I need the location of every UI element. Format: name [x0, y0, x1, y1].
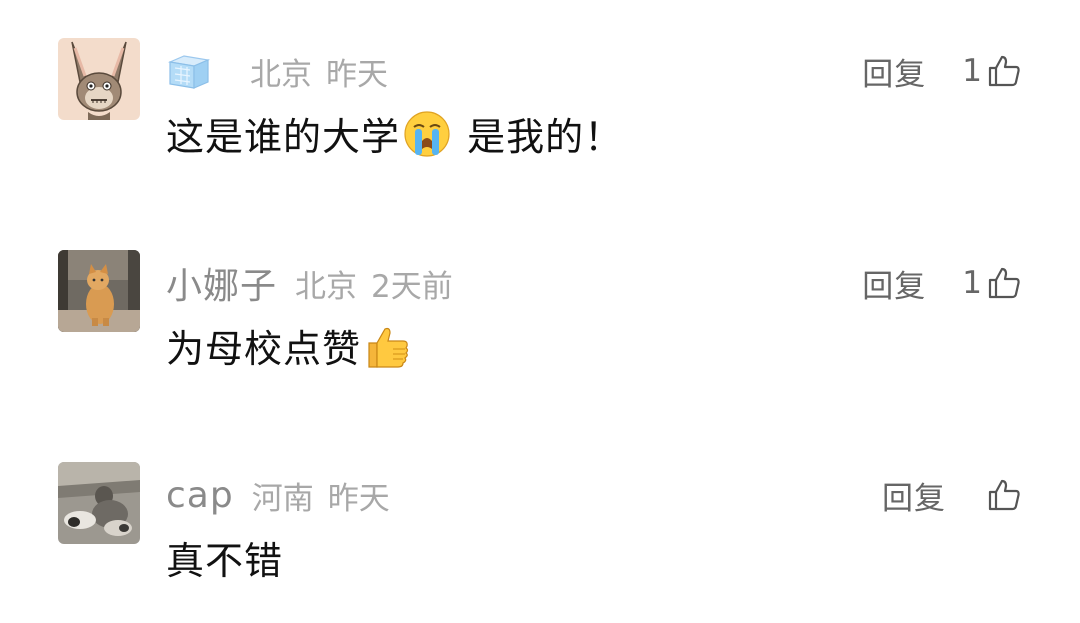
thumbs-up-emoji: [363, 321, 413, 371]
like-button[interactable]: [982, 477, 1022, 513]
reply-button[interactable]: 回复: [882, 473, 946, 518]
comment-actions: 回复: [882, 470, 1022, 520]
comment-meta: 北京 昨天: [166, 46, 402, 96]
dogs-photo-avatar: [58, 462, 140, 544]
time-label: 昨天: [326, 56, 388, 93]
reply-button[interactable]: 回复: [862, 49, 926, 94]
nickname[interactable]: 小娜子: [166, 257, 277, 309]
comment-text: 真不错: [166, 539, 284, 583]
like-count: 1: [962, 53, 982, 89]
comment-actions: 回复 1: [862, 46, 1022, 96]
comment-content: 这是谁的大学 是我的！: [166, 106, 623, 161]
location-label: 北京: [295, 268, 358, 305]
location-label: 北京: [250, 56, 312, 93]
cat-photo-avatar: [58, 250, 140, 332]
time-label: 2天前: [371, 268, 453, 305]
reply-button[interactable]: 回复: [862, 261, 926, 306]
cartoon-rabbit-avatar: [58, 38, 140, 120]
thumbs-up-icon: [986, 477, 1022, 513]
avatar[interactable]: [58, 38, 140, 120]
like-button[interactable]: 1: [962, 53, 1022, 89]
comment-list: 北京 昨天 这是谁的大学 是我的！ 回复 1 小娜子 北京 2天前 为母校点赞 …: [0, 0, 1080, 623]
comment-text: 为母校点赞: [166, 327, 362, 371]
ice-cube-icon: [166, 52, 212, 90]
comment-meta: 小娜子 北京 2天前: [166, 258, 467, 308]
comment-content: 真不错: [166, 530, 283, 585]
comment-item: cap 河南 昨天 真不错 回复: [0, 462, 1080, 622]
like-button[interactable]: 1: [962, 265, 1022, 301]
like-count: 1: [962, 265, 982, 301]
avatar[interactable]: [58, 250, 140, 332]
comment-text: 这是谁的大学: [166, 115, 401, 159]
nickname[interactable]: cap: [166, 475, 234, 516]
thumbs-up-icon: [986, 265, 1022, 301]
crying-face-emoji: [402, 109, 452, 159]
comment-meta: cap 河南 昨天: [166, 470, 404, 520]
thumbs-up-icon: [986, 53, 1022, 89]
comment-content: 为母校点赞: [166, 318, 415, 373]
comment-text-tail: 是我的！: [454, 115, 624, 159]
comment-actions: 回复 1: [862, 258, 1022, 308]
time-label: 昨天: [327, 480, 390, 517]
comment-item: 北京 昨天 这是谁的大学 是我的！ 回复 1: [0, 38, 1080, 198]
comment-item: 小娜子 北京 2天前 为母校点赞 回复 1: [0, 250, 1080, 410]
location-label: 河南: [251, 480, 314, 517]
avatar[interactable]: [58, 462, 140, 544]
